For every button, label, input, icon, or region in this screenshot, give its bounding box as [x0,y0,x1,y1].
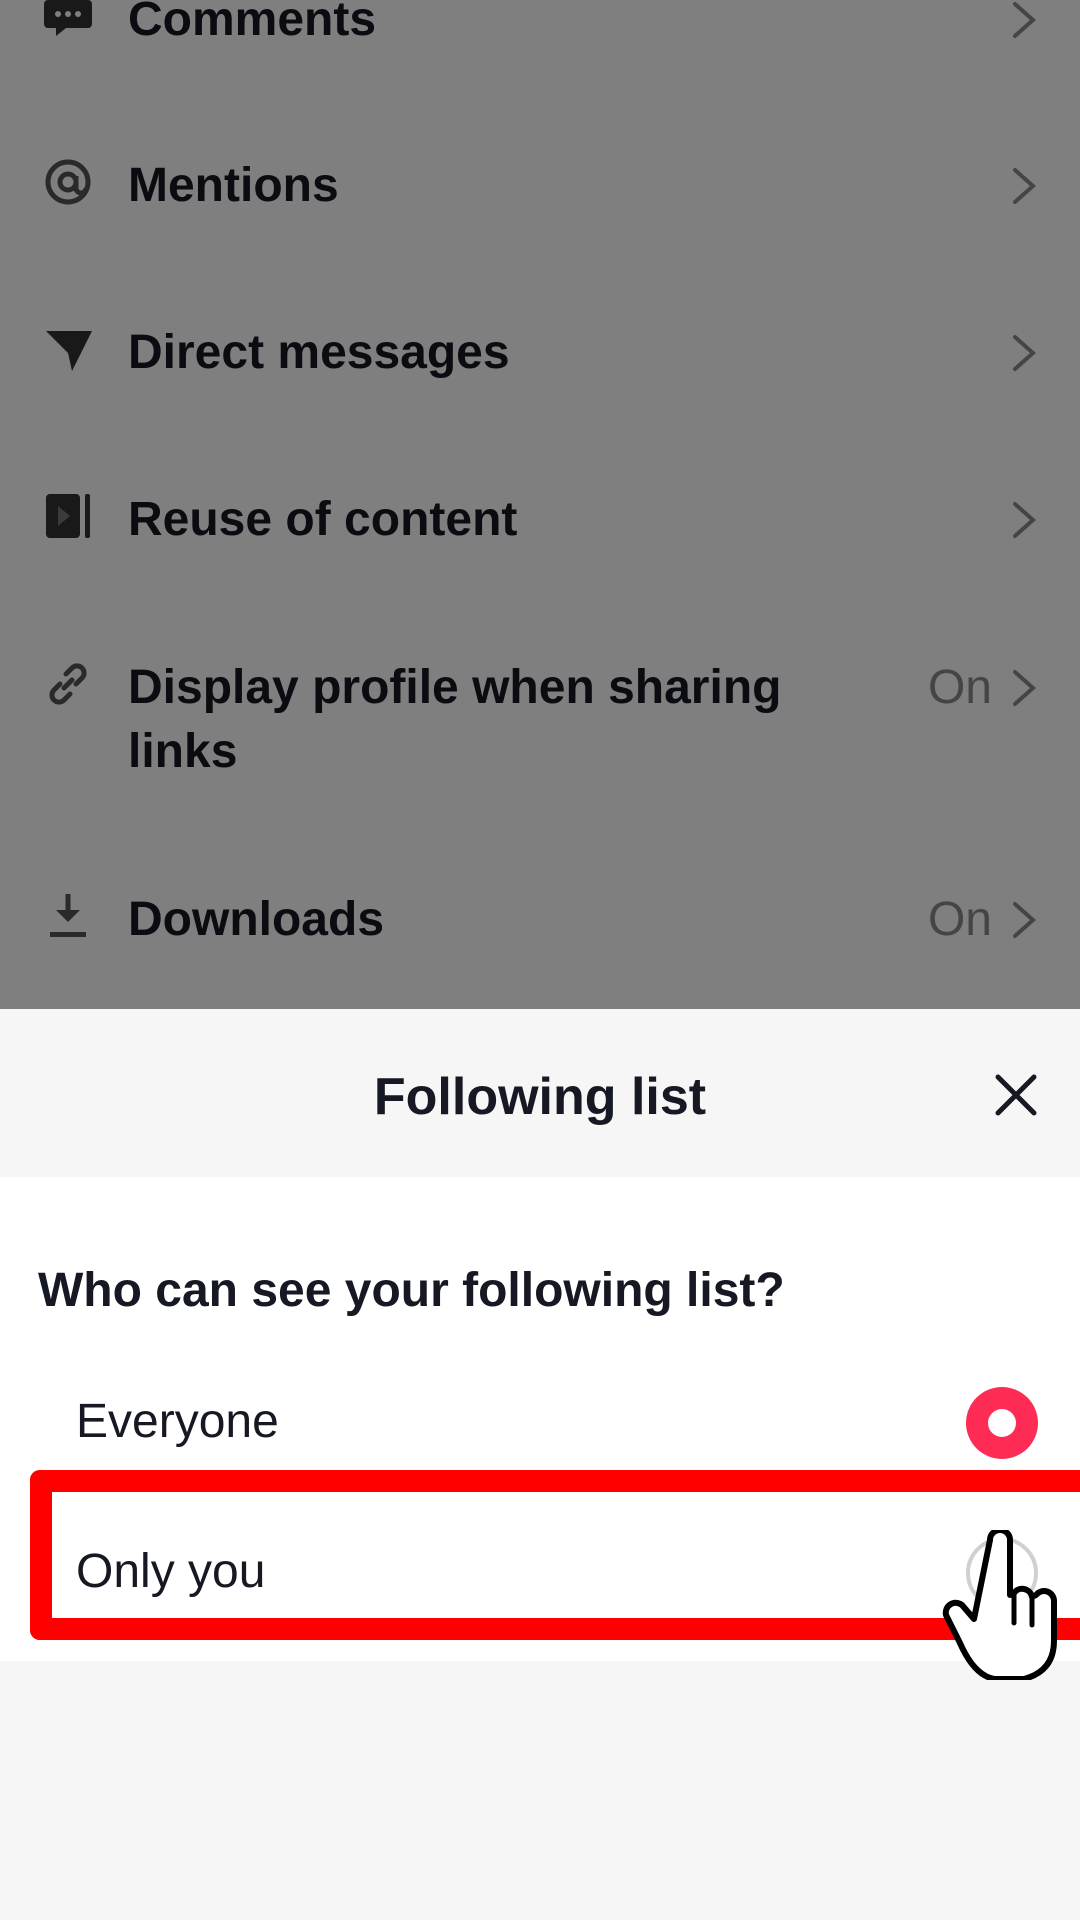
link-icon [40,656,96,712]
privacy-settings-list: Comments Mentions Direct messages Reuse … [0,0,1080,1009]
settings-row-value: On [927,893,992,946]
chevron-right-icon [1004,0,1044,52]
chevron-right-icon [1004,154,1044,218]
settings-row-label: Display profile when sharing links [128,661,782,778]
settings-row-label: Direct messages [128,326,510,379]
at-icon [40,154,96,210]
close-icon [995,1074,1037,1116]
settings-row-value: On [927,661,992,714]
chevron-right-icon [1004,321,1044,385]
close-button[interactable] [980,1059,1052,1131]
sheet-body: Who can see your following list? Everyon… [0,1177,1080,1661]
sheet-title: Following list [373,1068,707,1126]
option-label: Only you [76,1545,266,1598]
following-list-sheet: Following list Who can see your followin… [0,1009,1080,1920]
settings-row-label: Mentions [128,159,339,212]
option-label: Everyone [76,1395,279,1448]
settings-row-label: Downloads [128,893,385,946]
option-only-you[interactable]: Only you [0,1507,1080,1637]
send-icon [40,321,96,377]
chevron-right-icon [1004,888,1044,952]
download-icon [40,888,96,944]
settings-row-label: Reuse of content [128,493,518,546]
chevron-right-icon [1004,656,1044,720]
visibility-question: Who can see your following list? [38,1264,785,1317]
sheet-header: Following list [0,1009,1080,1177]
video-reuse-icon [40,488,96,544]
option-everyone[interactable]: Everyone [0,1357,1080,1487]
chevron-right-icon [1004,488,1044,552]
radio-selected-icon[interactable] [966,1387,1038,1459]
settings-row-label: Comments [128,0,377,46]
radio-unselected-icon[interactable] [966,1537,1038,1609]
comment-icon [40,0,96,44]
